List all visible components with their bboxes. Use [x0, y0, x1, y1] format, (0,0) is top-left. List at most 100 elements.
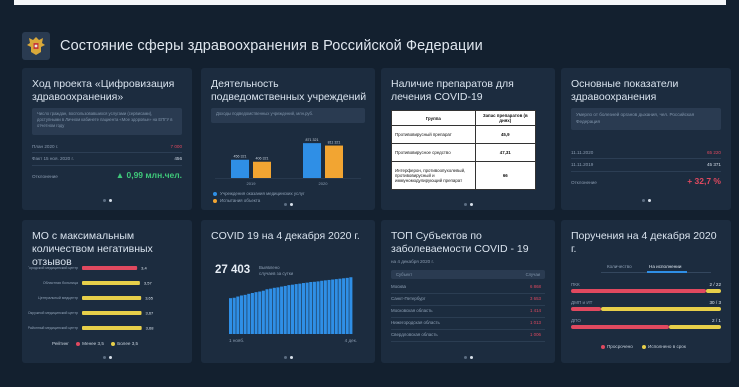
- bar-value-label: 3,57: [144, 281, 153, 286]
- pagination-dots[interactable]: [561, 199, 731, 202]
- order-row-value: 2 / 22: [709, 282, 722, 287]
- card-drugs[interactable]: Наличие препаратов для лечения COVID-19 …: [381, 68, 555, 210]
- bar: [349, 277, 353, 334]
- bar-value-label: 871 321: [306, 138, 319, 142]
- bar-value-label: 3,68: [146, 326, 155, 331]
- bar: [280, 286, 284, 334]
- bar: [276, 287, 280, 334]
- bar: [250, 292, 254, 334]
- deviation-label: Отклонение: [32, 174, 58, 179]
- bar: [283, 285, 287, 334]
- pagination-dots[interactable]: [381, 356, 555, 359]
- order-row-label: ПКК: [571, 282, 580, 287]
- drugs-table: Группа Запас препаратов (в днях) Противо…: [391, 110, 537, 190]
- previous-date-label: 11.11.2019: [571, 162, 594, 167]
- plan-value: 7 000: [170, 144, 183, 149]
- bar: [325, 145, 343, 178]
- page-title: Состояние сферы здравоохранения в Россий…: [60, 38, 483, 54]
- order-row-label: ДПО: [571, 318, 581, 323]
- daily-cases-number: 27 403: [215, 264, 251, 276]
- bar: [82, 326, 142, 330]
- card-title: Деятельность подведомственных учреждений: [211, 78, 367, 103]
- bar: [232, 297, 236, 334]
- card-description: Доходы подведомственных учреждений, млн.…: [211, 108, 365, 123]
- pagination-dots[interactable]: [22, 356, 192, 359]
- bar: [291, 284, 295, 334]
- order-progress-bar: [571, 289, 721, 293]
- bar: [229, 298, 233, 334]
- bar: [254, 292, 258, 334]
- card-title: COVID 19 на 4 декабря 2020 г.: [211, 230, 360, 242]
- bar-value-label: 3,67: [146, 311, 155, 316]
- table-row: Противовирусное средство 47,31: [391, 143, 537, 162]
- card-title: Ход проекта «Цифровизация здравоохранени…: [32, 78, 175, 103]
- bar: [236, 296, 240, 334]
- bar: [247, 293, 251, 334]
- bar: [287, 285, 291, 334]
- bar: [82, 281, 140, 285]
- card-institutions[interactable]: Деятельность подведомственных учреждений…: [201, 68, 375, 210]
- bar: [265, 289, 269, 334]
- bar-value-label: 406 321: [256, 157, 269, 161]
- institutions-bar-chart: 456 321 406 321 2019 871 321 811 321 2020: [215, 138, 361, 186]
- bar: [342, 278, 346, 334]
- bar: [243, 294, 247, 334]
- category-label: Областная больница: [43, 281, 78, 285]
- bar: [258, 291, 262, 334]
- pagination-dots[interactable]: [201, 203, 375, 206]
- card-orders[interactable]: Поручения на 4 декабря 2020 г. Количеств…: [561, 220, 731, 363]
- bar: [305, 282, 309, 334]
- top-bar: [14, 0, 726, 5]
- bar: [331, 279, 335, 334]
- deviation-value: + 32,7 %: [687, 176, 721, 186]
- mo-legend: Рейтинг Менее 3,5 Более 3,5: [52, 341, 139, 346]
- bar: [320, 280, 324, 334]
- bar: [272, 287, 276, 334]
- tab-in-progress[interactable]: На исполнении: [649, 264, 681, 269]
- bar: [303, 143, 321, 178]
- bar: [269, 288, 273, 334]
- bar: [239, 295, 243, 334]
- bar: [82, 266, 138, 270]
- current-date-label: 11.11.2020: [571, 150, 594, 155]
- on-time-segment: [601, 307, 721, 311]
- table-row: Москва 6 868: [391, 282, 545, 294]
- bar-value-label: 3,65: [145, 296, 154, 301]
- table-row: Свердловская область 1 006: [391, 330, 545, 342]
- bar: [312, 281, 316, 334]
- table-row: Санкт-Петербург 3 653: [391, 294, 545, 306]
- order-progress-bar: [571, 307, 721, 311]
- card-top-subjects[interactable]: ТОП Субъектов по заболеваемости COVID - …: [381, 220, 555, 363]
- mo-reviews-bar-chart: Городской медицинский центр 3,4 Областная …: [28, 266, 155, 331]
- card-digital-project[interactable]: Ход проекта «Цифровизация здравоохранени…: [22, 68, 192, 210]
- on-time-segment: [668, 325, 721, 329]
- table-row: Противовирусный препарат 45,9: [391, 125, 537, 144]
- bar: [82, 311, 142, 315]
- subjects-table-header: Субъект Случаи: [391, 270, 545, 279]
- table-header: Группа: [391, 110, 476, 126]
- bar: [253, 161, 271, 178]
- bar: [309, 282, 313, 334]
- x-axis-start: 1 нояб.: [229, 338, 245, 343]
- category-label: Районный медицинский центр: [28, 326, 78, 330]
- order-row-label: ДМП и ИТ: [571, 300, 593, 305]
- card-mo-reviews[interactable]: МО с максимальным количеством негативных…: [22, 220, 192, 363]
- bar: [82, 296, 142, 300]
- table-header: Запас препаратов (в днях): [474, 110, 537, 126]
- category-label: Центральный медцентр: [38, 296, 78, 300]
- pagination-dots[interactable]: [201, 356, 375, 359]
- tab-count[interactable]: Количество: [607, 264, 632, 269]
- card-covid[interactable]: COVID 19 на 4 декабря 2020 г. 27 403 Выя…: [201, 220, 375, 363]
- pagination-dots[interactable]: [381, 203, 555, 206]
- table-row: Московская область 1 414: [391, 306, 545, 318]
- bar: [334, 279, 338, 334]
- table-row: Интерферон, противоопухолевый, противови…: [391, 161, 537, 190]
- x-axis-end: 4 дек.: [344, 338, 357, 343]
- card-indicators[interactable]: Основные показатели здравоохранения Умер…: [561, 68, 731, 210]
- bar: [231, 159, 249, 178]
- pagination-dots[interactable]: [22, 199, 192, 202]
- bar-value-label: 3,4: [141, 266, 147, 271]
- plan-label: План 2020 г.: [32, 144, 59, 149]
- order-row-value: 30 / 3: [709, 300, 722, 305]
- fact-value: 456: [174, 156, 182, 161]
